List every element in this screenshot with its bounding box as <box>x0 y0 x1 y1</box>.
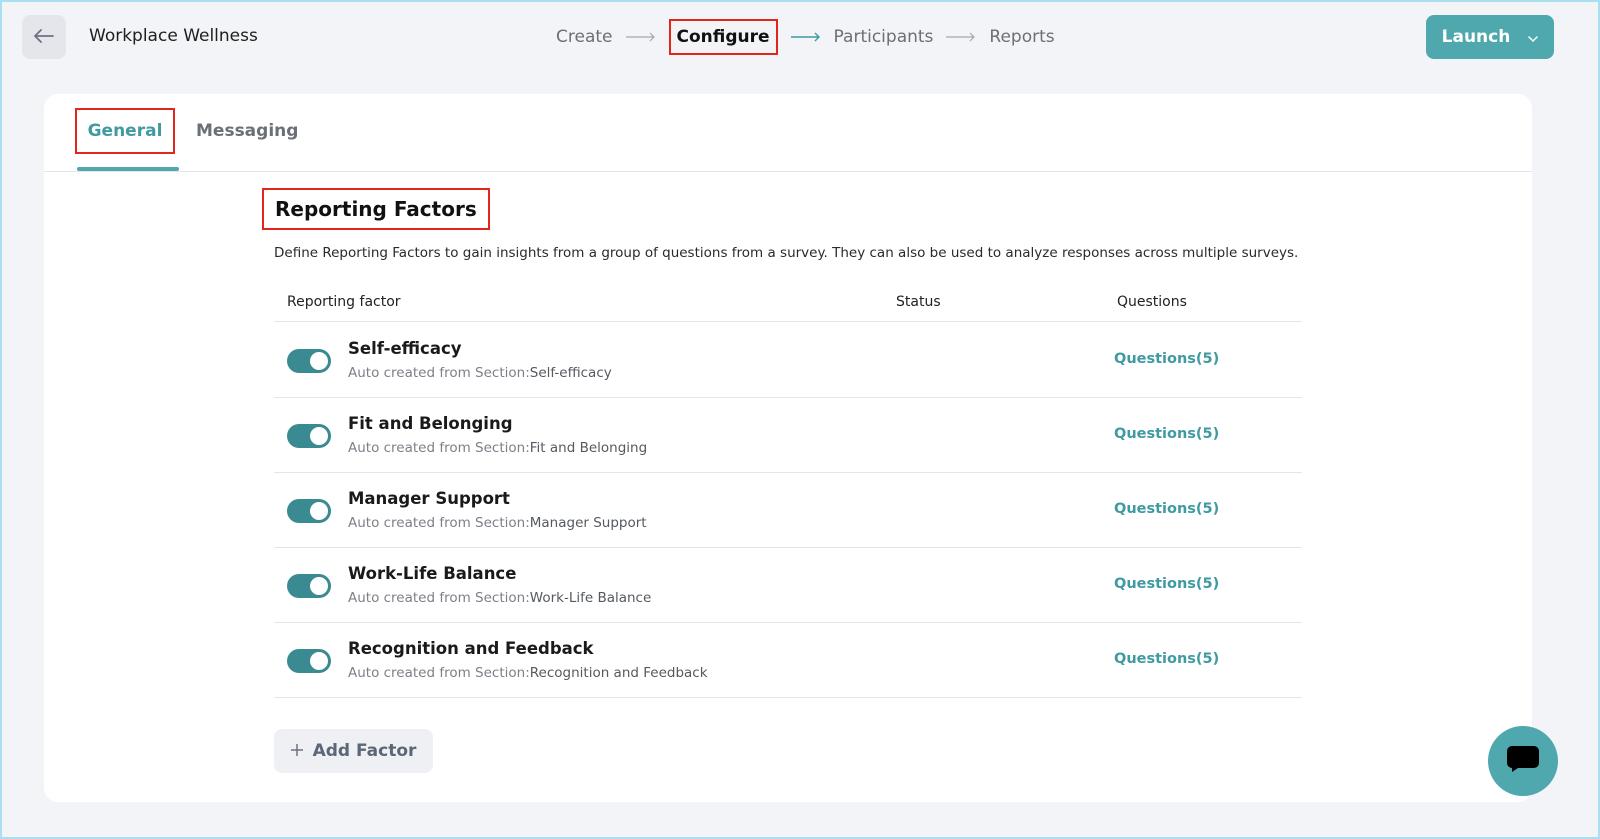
section-title: Reporting Factors <box>262 188 490 230</box>
toggle-knob <box>310 352 328 370</box>
step-create[interactable]: Create <box>556 27 613 47</box>
plus-icon <box>290 741 303 761</box>
arrow-right-icon <box>946 32 976 42</box>
step-reports[interactable]: Reports <box>989 27 1054 47</box>
factor-source-section: Recognition and Feedback <box>529 665 708 681</box>
column-header-factor: Reporting factor <box>287 294 401 310</box>
column-header-questions: Questions <box>1117 294 1187 310</box>
factor-source-section: Manager Support <box>529 515 647 531</box>
questions-link[interactable]: Questions(5) <box>1114 351 1219 367</box>
factor-source-prefix: Auto created from Section: <box>348 665 530 681</box>
tab-general[interactable]: General <box>75 108 175 154</box>
section-description: Define Reporting Factors to gain insight… <box>274 245 1299 261</box>
questions-link[interactable]: Questions(5) <box>1114 651 1219 667</box>
factor-source: Auto created from Section:Self-efficacy <box>348 365 612 381</box>
factor-source-prefix: Auto created from Section: <box>348 590 530 606</box>
factor-source: Auto created from Section:Fit and Belong… <box>348 440 647 456</box>
add-factor-button[interactable]: Add Factor <box>274 729 433 773</box>
table-row: Recognition and Feedback Auto created fr… <box>274 623 1302 698</box>
active-tab-indicator <box>77 167 179 171</box>
launch-label: Launch <box>1441 27 1511 47</box>
arrow-left-icon <box>34 28 54 47</box>
factor-toggle[interactable] <box>287 574 331 598</box>
back-button[interactable] <box>22 15 66 59</box>
factor-name: Work-Life Balance <box>348 564 517 583</box>
toggle-knob <box>310 652 328 670</box>
column-header-status: Status <box>896 294 941 310</box>
factor-source-prefix: Auto created from Section: <box>348 365 530 381</box>
table-row: Manager Support Auto created from Sectio… <box>274 473 1302 548</box>
questions-link[interactable]: Questions(5) <box>1114 426 1219 442</box>
factor-source-prefix: Auto created from Section: <box>348 440 530 456</box>
table-row: Self-efficacy Auto created from Section:… <box>274 323 1302 398</box>
table-header: Reporting factor Status Questions <box>274 284 1302 322</box>
app-title: Workplace Wellness <box>89 26 258 46</box>
chat-bubble-icon <box>1506 745 1540 777</box>
chat-launcher-button[interactable] <box>1488 726 1558 796</box>
progress-stepper: Create Configure Participants Reports <box>556 19 1055 55</box>
toggle-knob <box>310 427 328 445</box>
questions-link[interactable]: Questions(5) <box>1114 576 1219 592</box>
table-row: Work-Life Balance Auto created from Sect… <box>274 548 1302 623</box>
factor-source: Auto created from Section:Work-Life Bala… <box>348 590 651 606</box>
table-row: Fit and Belonging Auto created from Sect… <box>274 398 1302 473</box>
add-factor-label: Add Factor <box>312 741 417 761</box>
arrow-right-icon <box>625 32 655 42</box>
factor-source-section: Fit and Belonging <box>529 440 648 456</box>
factor-source-section: Work-Life Balance <box>529 590 652 606</box>
factor-list: Self-efficacy Auto created from Section:… <box>274 323 1302 698</box>
factor-name: Self-efficacy <box>348 339 462 358</box>
factor-name: Manager Support <box>348 489 510 508</box>
factor-source: Auto created from Section:Manager Suppor… <box>348 515 647 531</box>
toggle-knob <box>310 577 328 595</box>
factor-toggle[interactable] <box>287 424 331 448</box>
chevron-down-icon <box>1528 27 1539 47</box>
settings-card: General Messaging Reporting Factors Defi… <box>44 94 1532 802</box>
launch-button[interactable]: Launch <box>1426 15 1554 59</box>
factor-source-prefix: Auto created from Section: <box>348 515 530 531</box>
toggle-knob <box>310 502 328 520</box>
factor-name: Recognition and Feedback <box>348 639 594 658</box>
step-participants[interactable]: Participants <box>834 27 934 47</box>
factor-source-section: Self-efficacy <box>529 365 612 381</box>
tab-messaging[interactable]: Messaging <box>196 108 298 154</box>
factor-toggle[interactable] <box>287 349 331 373</box>
step-configure[interactable]: Configure <box>668 19 778 55</box>
factor-toggle[interactable] <box>287 499 331 523</box>
arrow-right-icon <box>790 32 820 42</box>
questions-link[interactable]: Questions(5) <box>1114 501 1219 517</box>
factor-name: Fit and Belonging <box>348 414 513 433</box>
factor-toggle[interactable] <box>287 649 331 673</box>
tab-bar: General Messaging <box>44 94 1532 172</box>
factor-source: Auto created from Section:Recognition an… <box>348 665 708 681</box>
